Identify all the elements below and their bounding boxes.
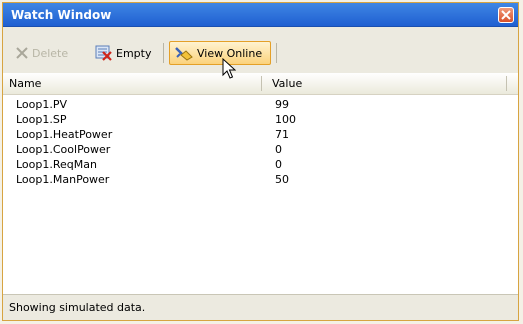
empty-list-icon: [95, 45, 112, 61]
row-value: 0: [275, 158, 282, 171]
row-value: 0: [275, 143, 282, 156]
toolbar-row: Delete Empty View Online: [11, 41, 510, 65]
column-divider[interactable]: [506, 76, 507, 91]
row-name: Loop1.CoolPower: [16, 143, 111, 156]
row-name: Loop1.PV: [16, 98, 68, 111]
table-row[interactable]: Loop1.ManPower 50: [3, 172, 518, 187]
column-header-value[interactable]: Value: [266, 73, 506, 94]
row-name: Loop1.ManPower: [16, 173, 110, 186]
close-icon: [501, 10, 511, 20]
status-bar: Showing simulated data.: [3, 294, 518, 320]
close-button[interactable]: [498, 7, 514, 23]
title-bar[interactable]: Watch Window: [3, 3, 518, 27]
delete-button[interactable]: Delete: [11, 41, 79, 65]
view-online-icon: [175, 47, 193, 61]
column-divider[interactable]: [261, 76, 262, 91]
row-name: Loop1.SP: [16, 113, 67, 126]
row-name: Loop1.ReqMan: [16, 158, 97, 171]
grid-header: Name Value: [3, 73, 518, 95]
window-title: Watch Window: [11, 8, 112, 22]
view-online-button[interactable]: View Online: [169, 41, 271, 65]
table-row[interactable]: Loop1.PV 99: [3, 97, 518, 112]
empty-label: Empty: [116, 46, 152, 60]
x-icon: [16, 47, 28, 59]
toolbar-separator: [276, 43, 277, 63]
row-value: 99: [275, 98, 289, 111]
row-value: 100: [275, 113, 296, 126]
toolbar: Delete Empty View Online: [3, 27, 518, 73]
status-text: Showing simulated data.: [9, 301, 146, 314]
mouse-pointer-icon: [222, 58, 236, 79]
delete-label: Delete: [32, 46, 69, 60]
toolbar-separator: [163, 43, 164, 63]
table-row[interactable]: Loop1.CoolPower 0: [3, 142, 518, 157]
table-row[interactable]: Loop1.ReqMan 0: [3, 157, 518, 172]
watch-list[interactable]: Loop1.PV 99 Loop1.SP 100 Loop1.HeatPower…: [3, 95, 518, 292]
empty-button[interactable]: Empty: [91, 41, 157, 65]
table-row[interactable]: Loop1.HeatPower 71: [3, 127, 518, 142]
watch-window: Watch Window Delete Empty View Online Na…: [2, 2, 519, 321]
row-value: 50: [275, 173, 289, 186]
table-row[interactable]: Loop1.SP 100: [3, 112, 518, 127]
row-value: 71: [275, 128, 289, 141]
row-name: Loop1.HeatPower: [16, 128, 113, 141]
